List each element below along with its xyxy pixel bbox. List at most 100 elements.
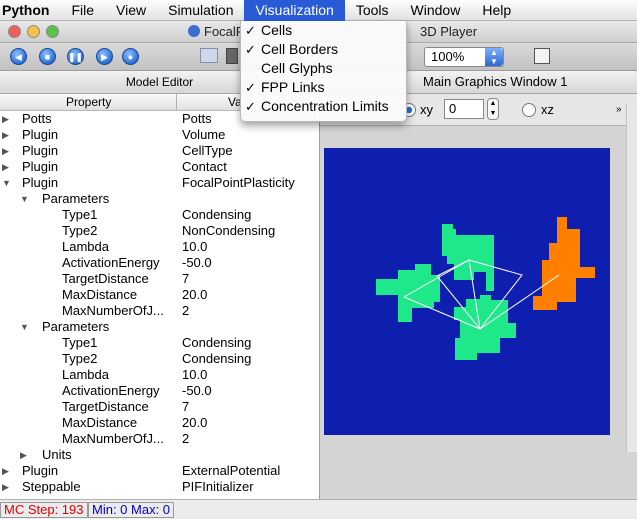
minimize-window-button[interactable] <box>27 25 40 38</box>
zoom-select[interactable]: 100% ▲ ▼ <box>424 47 504 67</box>
menu-view[interactable]: View <box>105 0 157 21</box>
tree-row-value[interactable]: Condensing <box>182 335 251 351</box>
menu-app-python[interactable]: Python <box>0 0 60 21</box>
stop-simulation-icon[interactable]: ● <box>122 48 139 65</box>
tree-row[interactable]: Type1 Condensing <box>0 207 319 223</box>
tree-row-value[interactable]: 2 <box>182 303 189 319</box>
tree-row-value[interactable]: 20.0 <box>182 287 207 303</box>
menu-item-fpp-links[interactable]: ✓ FPP Links <box>241 78 406 97</box>
toolbar-overflow-icon[interactable]: » <box>616 104 622 115</box>
expand-arrow-icon[interactable]: ▶ <box>2 111 9 127</box>
save-icon[interactable] <box>226 48 238 64</box>
column-divider[interactable] <box>176 94 177 111</box>
tree-row[interactable]: TargetDistance 7 <box>0 271 319 287</box>
tree-row-value[interactable]: -50.0 <box>182 383 212 399</box>
tree-row[interactable]: ▶ Units <box>0 447 319 463</box>
tree-row-property: MaxDistance <box>62 415 138 430</box>
stop-icon[interactable]: ■ <box>39 48 56 65</box>
collapse-arrow-icon[interactable]: ▼ <box>20 319 29 335</box>
expand-arrow-icon[interactable]: ▶ <box>2 463 9 479</box>
expand-arrow-icon[interactable]: ▶ <box>2 127 9 143</box>
zoom-stepper-icon[interactable]: ▲ ▼ <box>485 48 503 66</box>
tree-row-value[interactable]: NonCondensing <box>182 223 275 239</box>
tree-row[interactable]: TargetDistance 7 <box>0 399 319 415</box>
vertical-scrollbar[interactable] <box>626 104 637 452</box>
tree-row[interactable]: MaxDistance 20.0 <box>0 287 319 303</box>
tree-row-value[interactable]: 10.0 <box>182 367 207 383</box>
tree-row-value[interactable]: 7 <box>182 399 189 415</box>
tree-row[interactable]: Type2 NonCondensing <box>0 223 319 239</box>
menu-item-label: Cells <box>261 22 293 38</box>
tree-row-property: TargetDistance <box>62 399 149 414</box>
tree-row[interactable]: ▶ Plugin Contact <box>0 159 319 175</box>
tree-row[interactable]: Lambda 10.0 <box>0 239 319 255</box>
tree-row-property: MaxDistance <box>62 287 138 302</box>
simulation-canvas[interactable] <box>324 148 610 435</box>
cell-field-svg <box>324 148 610 435</box>
tree-row-value[interactable]: 2 <box>182 431 189 447</box>
plane-position-stepper-icon[interactable]: ▲ ▼ <box>487 98 499 120</box>
menu-item-cell-glyphs[interactable]: Cell Glyphs <box>241 59 406 78</box>
menu-help[interactable]: Help <box>471 0 522 21</box>
menu-item-cells[interactable]: ✓ Cells <box>241 21 406 40</box>
menu-item-cell-borders[interactable]: ✓ Cell Borders <box>241 40 406 59</box>
tree-row[interactable]: MaxNumberOfJ... 2 <box>0 303 319 319</box>
plane-position-input[interactable]: 0 <box>444 99 484 119</box>
menu-file[interactable]: File <box>60 0 105 21</box>
tree-row-value[interactable]: 7 <box>182 271 189 287</box>
menu-item-label: FPP Links <box>261 79 325 95</box>
tree-row[interactable]: ▶ Steppable PIFInitializer <box>0 479 319 495</box>
pause-icon[interactable]: ❚❚ <box>67 48 84 65</box>
tree-row-property: Units <box>42 447 72 462</box>
min-max-status: Min: 0 Max: 0 <box>88 502 175 518</box>
tree-row-value: Volume <box>182 127 226 142</box>
menu-visualization[interactable]: Visualization <box>244 0 345 21</box>
menu-window[interactable]: Window <box>400 0 472 21</box>
tree-row[interactable]: ▼ Plugin FocalPointPlasticity <box>0 175 319 191</box>
tree-row-value[interactable]: -50.0 <box>182 255 212 271</box>
new-window-icon[interactable] <box>534 48 550 64</box>
expand-arrow-icon[interactable]: ▶ <box>2 143 9 159</box>
plane-radio-xz[interactable] <box>522 103 536 117</box>
tree-row-property: Plugin <box>22 175 59 190</box>
zoom-window-button[interactable] <box>46 25 59 38</box>
tree-row-value: Potts <box>182 111 212 126</box>
tree-row-value[interactable]: 20.0 <box>182 415 207 431</box>
menu-item-concentration-limits[interactable]: ✓ Concentration Limits <box>241 97 406 116</box>
tree-row-value[interactable]: Condensing <box>182 351 251 367</box>
play-icon[interactable]: ▶ <box>96 48 113 65</box>
tree-row[interactable]: Lambda 10.0 <box>0 367 319 383</box>
expand-arrow-icon[interactable]: ▶ <box>2 479 9 495</box>
tree-row[interactable]: ActivationEnergy -50.0 <box>0 383 319 399</box>
open-folder-icon[interactable] <box>200 48 218 63</box>
collapse-arrow-icon[interactable]: ▼ <box>20 191 29 207</box>
tree-row-property: ActivationEnergy <box>62 383 160 398</box>
tree-row[interactable]: ▶ Plugin ExternalPotential <box>0 463 319 479</box>
tree-row-value[interactable]: 10.0 <box>182 239 207 255</box>
tree-row[interactable]: ▼ Parameters <box>0 319 319 335</box>
tree-row[interactable]: MaxDistance 20.0 <box>0 415 319 431</box>
expand-arrow-icon[interactable]: ▶ <box>2 159 9 175</box>
tree-row-value[interactable]: Condensing <box>182 207 251 223</box>
tree-row-property: Plugin <box>22 159 59 174</box>
menu-simulation[interactable]: Simulation <box>157 0 244 21</box>
close-window-button[interactable] <box>8 25 21 38</box>
column-property-header[interactable]: Property <box>66 95 111 109</box>
graphics-window-title: Main Graphics Window 1 <box>423 74 568 89</box>
checkmark-icon: ✓ <box>245 80 256 95</box>
tree-row[interactable]: MaxNumberOfJ... 2 <box>0 431 319 447</box>
menu-tools[interactable]: Tools <box>345 0 400 21</box>
tree-row[interactable]: Type2 Condensing <box>0 351 319 367</box>
tree-row-property: Type1 <box>62 207 98 222</box>
expand-arrow-icon[interactable]: ▶ <box>20 447 27 463</box>
step-back-icon[interactable]: ◀ <box>10 48 27 65</box>
tree-row[interactable]: ActivationEnergy -50.0 <box>0 255 319 271</box>
tree-row[interactable]: ▶ Plugin Volume <box>0 127 319 143</box>
tree-row[interactable]: Type1 Condensing <box>0 335 319 351</box>
tree-row-property: Type2 <box>62 223 98 238</box>
tree-row-property: Plugin <box>22 127 59 142</box>
menu-item-label: Cell Borders <box>261 41 339 57</box>
tree-row[interactable]: ▶ Plugin CellType <box>0 143 319 159</box>
collapse-arrow-icon[interactable]: ▼ <box>2 175 11 191</box>
tree-row[interactable]: ▼ Parameters <box>0 191 319 207</box>
